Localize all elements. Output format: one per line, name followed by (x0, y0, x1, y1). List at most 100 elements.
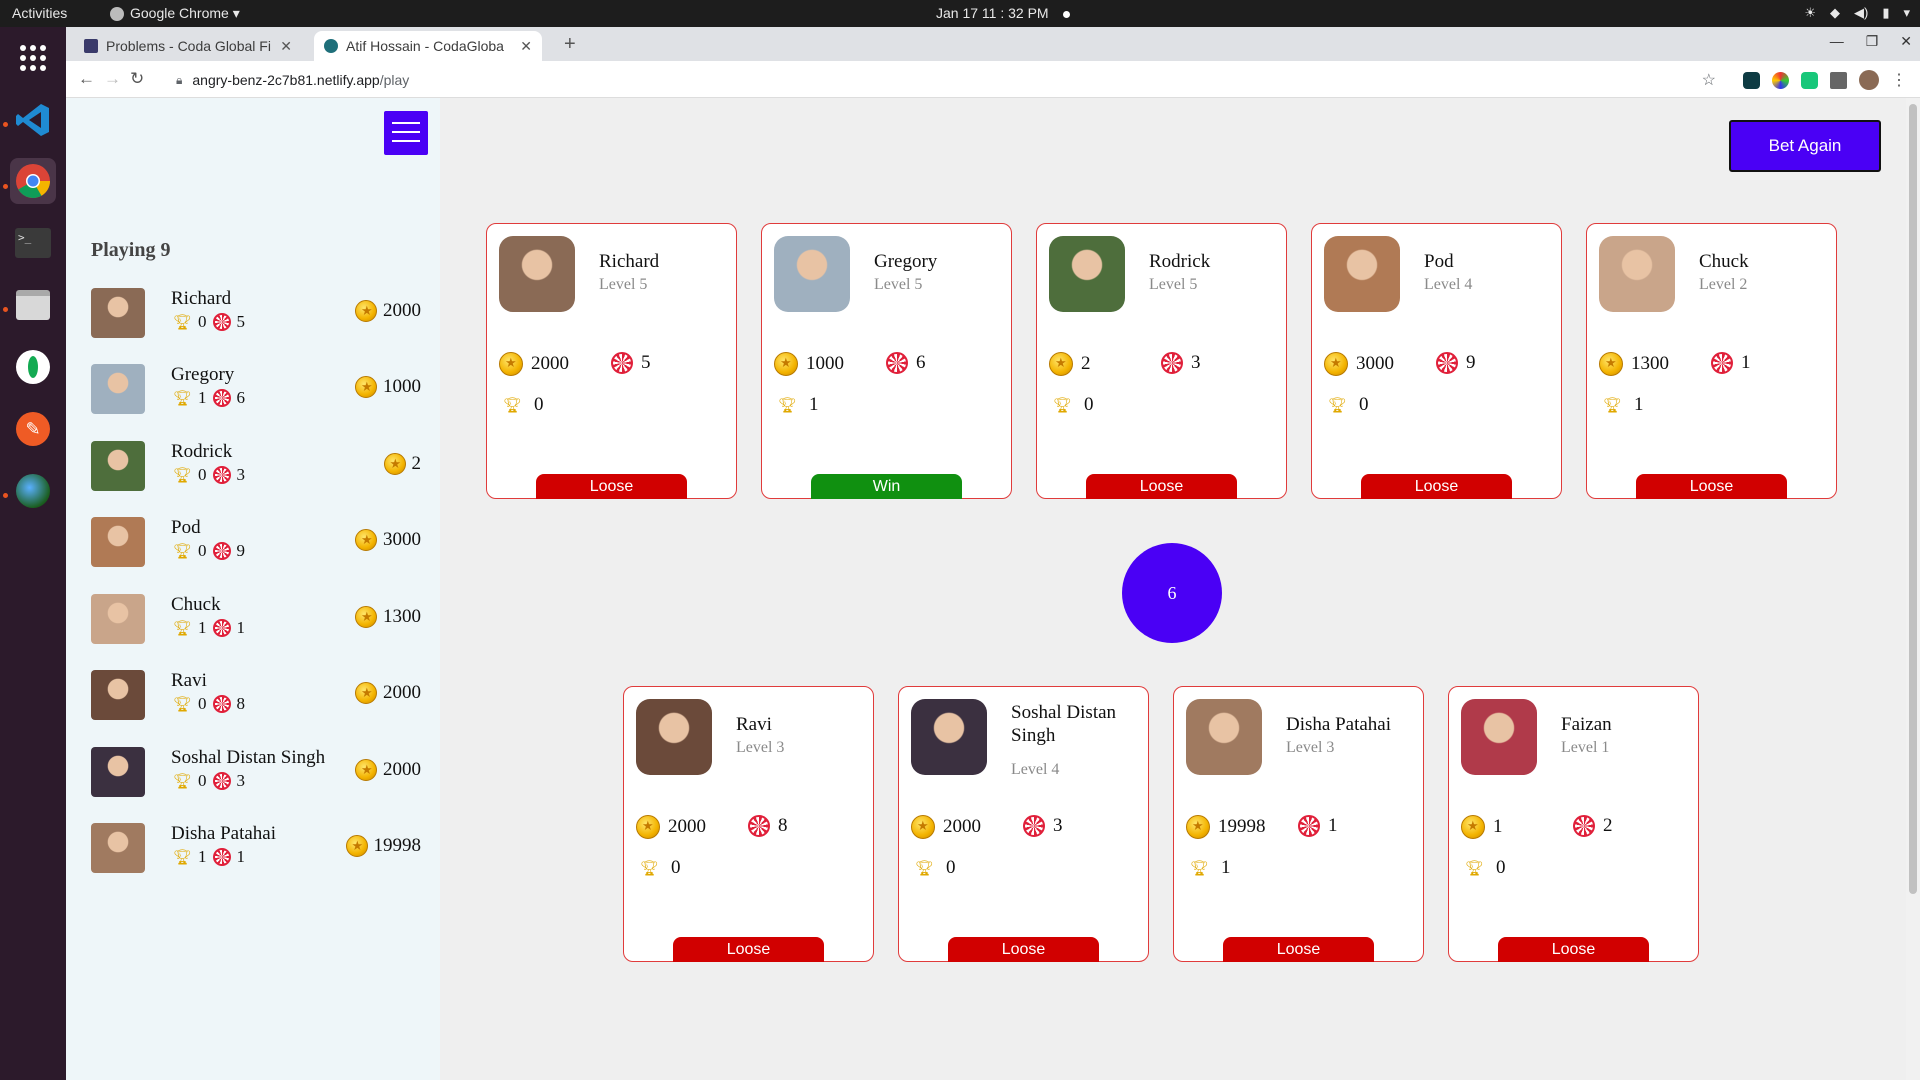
app-menu[interactable]: Google Chrome ▾ (110, 5, 240, 22)
brightness-icon: ☀ (1804, 5, 1816, 20)
bet-number: 3 (1053, 815, 1063, 836)
profile-avatar[interactable] (1859, 70, 1879, 90)
trophy-icon: 🏆︎ (173, 773, 193, 790)
avatar (1049, 236, 1125, 312)
player-card: Pod Level 4 3000 9 🏆︎ 0 Loose (1311, 223, 1562, 499)
mongodb-compass-icon[interactable] (10, 344, 56, 390)
coin-count: 2000 (383, 300, 421, 321)
running-indicator (3, 122, 8, 127)
apps-grid-icon[interactable] (10, 35, 56, 81)
trophy-icon: 🏆︎ (173, 543, 193, 560)
system-tray[interactable]: ☀ ◆ ◀) ▮ ▾ (1804, 5, 1910, 21)
coin-icon (355, 376, 377, 398)
bet-again-button[interactable]: Bet Again (1729, 120, 1881, 172)
more-icon[interactable]: ⋮ (1891, 72, 1908, 89)
result-badge: Loose (1636, 474, 1787, 499)
player-stats: 🏆︎ 0 5 (173, 312, 245, 332)
trophy-count: 1 (1221, 857, 1231, 878)
system-top-bar: Activities Google Chrome ▾ Jan 17 11 : 3… (0, 0, 1920, 27)
avatar (1186, 699, 1262, 775)
card-bet: 1 (1298, 815, 1338, 837)
trophy-count: 0 (671, 857, 681, 878)
bet-ball-icon (1436, 352, 1458, 374)
sidebar-player-row[interactable]: Disha Patahai 🏆︎ 1 1 19998 (91, 821, 421, 875)
sidebar-player-row[interactable]: Rodrick 🏆︎ 0 3 2 (91, 439, 421, 493)
n-extension-icon[interactable] (1801, 71, 1818, 89)
trophy-count: 0 (198, 694, 207, 713)
avatar (91, 441, 145, 491)
sidebar-player-row[interactable]: Pod 🏆︎ 0 9 3000 (91, 515, 421, 569)
card-player-level: Level 4 (1424, 276, 1473, 293)
tab-atif-hossain[interactable]: Atif Hossain - CodaGloba ✕ (314, 31, 542, 61)
trophy-count: 0 (1496, 857, 1506, 878)
sidebar-player-row[interactable]: Gregory 🏆︎ 1 6 1000 (91, 362, 421, 416)
restore-icon[interactable]: ❐ (1866, 33, 1879, 50)
trophy-icon: 🏆︎ (503, 397, 523, 414)
tab-label: Problems - Coda Global Fi (106, 38, 271, 54)
trophy-count: 0 (946, 857, 956, 878)
card-trophies: 🏆︎ 0 (1053, 394, 1094, 416)
globe-app-icon[interactable] (10, 468, 56, 514)
activities-button[interactable]: Activities (12, 5, 67, 21)
clock[interactable]: Jan 17 11 : 32 PM (936, 5, 1070, 21)
trophy-count: 1 (1634, 394, 1644, 415)
puzzle-icon[interactable] (1830, 71, 1847, 89)
vscode-icon[interactable] (10, 97, 56, 143)
clock-label: Jan 17 11 : 32 PM (936, 5, 1049, 21)
bookmark-star-icon[interactable]: ☆ (1702, 70, 1716, 90)
chrome-dock-icon[interactable] (10, 158, 56, 204)
close-icon[interactable]: ✕ (520, 38, 532, 55)
scrollbar-thumb[interactable] (1909, 104, 1917, 894)
card-bet: 2 (1573, 815, 1613, 837)
avatar (91, 747, 145, 797)
bet-count: 6 (236, 388, 246, 407)
forward-icon[interactable]: → (104, 69, 121, 89)
postman-icon[interactable]: ✎ (10, 406, 56, 452)
files-icon[interactable] (10, 282, 56, 328)
trophy-count: 1 (198, 847, 207, 866)
sidebar-player-row[interactable]: Soshal Distan Singh 🏆︎ 0 3 2000 (91, 745, 421, 799)
browser-toolbar: ← → ↻ 🔒︎ angry-benz-2c7b81.netlify.app/p… (66, 61, 1920, 98)
trophy-count: 0 (1359, 394, 1369, 415)
card-coins: 2000 (499, 352, 569, 376)
running-indicator (3, 493, 8, 498)
coin-count: 2000 (943, 816, 981, 837)
player-coins: 2000 (355, 759, 421, 781)
bet-ball-icon (1023, 815, 1045, 837)
trophy-count: 1 (198, 618, 207, 637)
sidebar-player-row[interactable]: Ravi 🏆︎ 0 8 2000 (91, 668, 421, 722)
reload-icon[interactable]: ↻ (130, 69, 144, 89)
players-sidebar: Playing 9 Richard🏆︎052000Gregory🏆︎161000… (66, 98, 440, 1080)
menu-button[interactable] (384, 111, 428, 155)
close-icon[interactable]: ✕ (280, 38, 292, 55)
tab-problems[interactable]: Problems - Coda Global Fi ✕ (74, 31, 302, 61)
card-bet: 6 (886, 352, 926, 374)
result-badge: Loose (1361, 474, 1512, 499)
page-viewport: Playing 9 Richard🏆︎052000Gregory🏆︎161000… (66, 98, 1920, 1080)
sidebar-player-row[interactable]: Richard 🏆︎ 0 5 2000 (91, 286, 421, 340)
coin-icon (1049, 352, 1073, 376)
result-badge: Loose (536, 474, 687, 499)
card-player-name: Gregory (874, 251, 938, 272)
terminal-icon[interactable]: >_ (10, 220, 56, 266)
address-bar[interactable]: 🔒︎ angry-benz-2c7b81.netlify.app/play ☆ (176, 66, 1716, 94)
trophy-count: 0 (1084, 394, 1094, 415)
page-scrollbar[interactable] (1906, 98, 1920, 1080)
trophy-icon: 🏆︎ (915, 860, 935, 877)
coin-count: 2000 (383, 682, 421, 703)
tab-strip: Problems - Coda Global Fi ✕ Atif Hossain… (66, 27, 1920, 61)
minimize-icon[interactable]: — (1830, 33, 1844, 50)
new-tab-button[interactable]: + (564, 33, 576, 56)
back-icon[interactable]: ← (78, 69, 95, 89)
coin-count: 2000 (668, 816, 706, 837)
avatar (91, 517, 145, 567)
close-window-icon[interactable]: ✕ (1900, 33, 1912, 50)
sidebar-player-row[interactable]: Chuck 🏆︎ 1 1 1300 (91, 592, 421, 646)
color-extension-icon[interactable] (1772, 71, 1789, 89)
card-player-level: Level 5 (874, 276, 923, 293)
coin-icon (355, 529, 377, 551)
bet-number: 1 (1328, 815, 1338, 836)
react-devtools-icon[interactable] (1743, 71, 1760, 89)
card-player-name: Richard (599, 251, 660, 272)
trophy-icon: 🏆︎ (173, 849, 193, 866)
